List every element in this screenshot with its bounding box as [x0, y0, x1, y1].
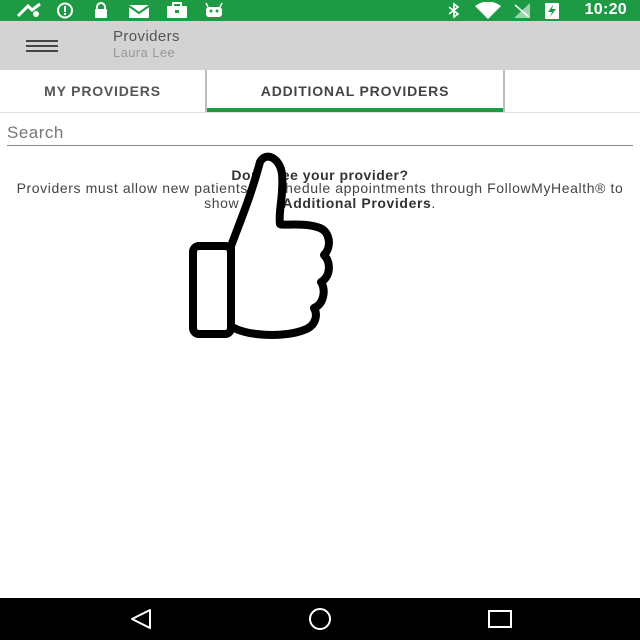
menu-icon[interactable] — [26, 38, 60, 54]
battery-charging-icon — [545, 3, 559, 19]
system-nav-bar — [0, 598, 640, 640]
wifi-icon — [475, 2, 501, 19]
no-signal-icon — [514, 3, 530, 18]
tab-my-providers[interactable]: MY PROVIDERS — [0, 70, 205, 112]
status-bar: 10:20 — [0, 0, 640, 21]
status-time: 10:20 — [584, 1, 627, 18]
briefcase-icon — [167, 2, 187, 18]
home-icon[interactable] — [305, 607, 335, 631]
app-icon — [16, 2, 41, 18]
mail-icon — [128, 5, 150, 18]
lock-icon — [95, 2, 107, 18]
page-title: Providers — [113, 28, 180, 45]
recents-icon[interactable] — [485, 607, 515, 631]
info-body-suffix: . — [431, 195, 436, 211]
thumbs-up-icon — [189, 152, 333, 339]
app-bar: Providers Laura Lee — [0, 21, 640, 70]
android-icon — [205, 2, 223, 17]
tab-additional-providers-label: ADDITIONAL PROVIDERS — [260, 83, 450, 99]
tab-additional-providers[interactable]: ADDITIONAL PROVIDERS — [205, 70, 505, 112]
patient-name: Laura Lee — [113, 45, 176, 60]
back-icon[interactable] — [126, 607, 156, 631]
tab-selected-indicator — [207, 108, 503, 112]
bluetooth-icon — [448, 2, 460, 19]
info-icon — [57, 2, 73, 19]
tab-bar: MY PROVIDERS ADDITIONAL PROVIDERS — [0, 70, 640, 113]
search-input[interactable] — [7, 121, 633, 146]
